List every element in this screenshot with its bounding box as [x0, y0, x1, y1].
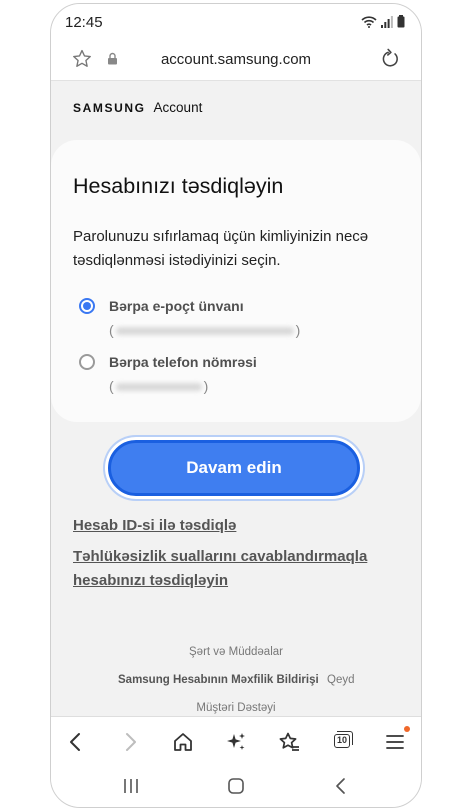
wifi-icon [361, 15, 377, 28]
page-title: Hesabınızı təsdiqləyin [73, 174, 284, 198]
footer-privacy-link[interactable]: Samsung Hesabının Məxfilik Bildirişi [118, 674, 319, 686]
phone-frame: 12:45 account.samsung.com SAMSUNG Accoun… [50, 3, 422, 808]
menu-lines [386, 735, 404, 749]
brand-samsung: SAMSUNG [73, 101, 146, 115]
bookmarks-icon[interactable] [277, 730, 301, 754]
footer-terms-link[interactable]: Şərt və Müddəalar [51, 646, 421, 658]
status-icons [361, 15, 405, 28]
footer-support-link[interactable]: Müştəri Dəstəyi [51, 702, 421, 714]
notification-dot [404, 726, 410, 732]
forward-icon[interactable] [118, 730, 142, 754]
card-description: Parolunuzu sıfırlamaq üçün kimliyinizin … [73, 228, 369, 269]
browser-toolbar: 10 [51, 716, 421, 767]
back-icon[interactable] [64, 730, 88, 754]
masked-phone: () [109, 378, 209, 394]
battery-icon [397, 15, 405, 28]
security-questions-link[interactable]: Təhlükəsizlik suallarını cavablandırmaql… [73, 545, 373, 593]
radio-recovery-phone[interactable] [79, 354, 95, 370]
home-icon[interactable] [171, 730, 195, 754]
system-navigation-bar [51, 766, 421, 807]
recent-apps-icon[interactable] [121, 776, 141, 796]
tabs-icon[interactable]: 10 [331, 730, 355, 754]
footer-register-link[interactable]: Qeyd [327, 674, 355, 686]
browser-address-bar: account.samsung.com [51, 42, 421, 81]
home-nav-icon[interactable] [226, 776, 246, 796]
menu-icon[interactable] [383, 726, 410, 754]
samsung-account-logo: SAMSUNG Account [73, 100, 202, 115]
option-label-email: Bərpa e-poçt ünvanı [109, 298, 244, 314]
verify-card: Hesabınızı təsdiqləyin Parolunuzu sıfırl… [51, 140, 421, 422]
url-text[interactable]: account.samsung.com [51, 51, 421, 68]
signal-icon [381, 15, 393, 28]
continue-button[interactable]: Davam edin [108, 440, 360, 496]
back-nav-icon[interactable] [331, 776, 351, 796]
tabs-count: 10 [334, 734, 350, 748]
verify-by-id-link[interactable]: Hesab ID-si ilə təsdiqlə [73, 514, 236, 538]
radio-recovery-email[interactable] [79, 298, 95, 314]
option-label-phone: Bərpa telefon nömrəsi [109, 354, 257, 370]
status-bar: 12:45 [51, 4, 421, 42]
masked-email: () [109, 322, 301, 338]
status-time: 12:45 [65, 14, 103, 31]
brand-account: Account [153, 100, 203, 115]
sparkle-icon[interactable] [224, 730, 248, 754]
reload-icon[interactable] [379, 48, 401, 70]
